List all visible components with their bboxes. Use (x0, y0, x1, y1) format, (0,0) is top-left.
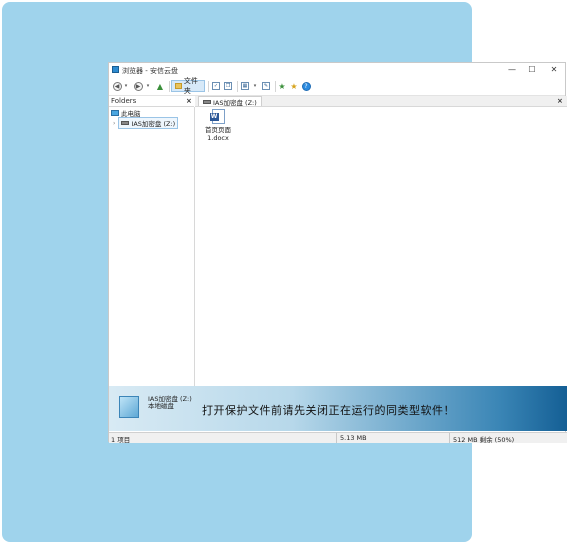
minimize-button[interactable]: — (501, 63, 523, 77)
up-folder-button[interactable]: ▲ (155, 80, 165, 92)
status-free-space: 512 MB 剩余 (50%) (453, 436, 515, 444)
view-mode-button[interactable]: ▦ (240, 80, 250, 92)
word-document-icon: W (209, 109, 225, 124)
copy-icon: ❐ (224, 82, 232, 90)
tree-item-ias-drive[interactable]: › IAS加密盘 (Z:) (113, 117, 179, 129)
close-folders-pane-button[interactable]: × (186, 97, 192, 105)
file-list: W 首页页面 1.docx (195, 107, 567, 386)
file-name-line1: 首页页面 (205, 126, 231, 134)
edit-button[interactable]: ✎ (261, 80, 271, 92)
edit-document-icon: ✎ (262, 82, 270, 90)
help-icon: ? (301, 81, 311, 91)
forward-icon: ▶ (133, 81, 143, 91)
add-star-icon: ★ (278, 81, 286, 91)
tab-strip: IAS加密盘 (Z:) × (195, 96, 567, 107)
status-bar: 1 项目 5.13 MB 512 MB 剩余 (50%) (109, 432, 567, 444)
favorites-button[interactable]: ★ (289, 80, 299, 92)
close-button[interactable]: ✕ (543, 63, 565, 77)
drive-icon (203, 99, 211, 104)
maximize-button[interactable]: ☐ (521, 63, 543, 77)
status-size: 5.13 MB (340, 434, 367, 442)
star-icon: ★ (290, 81, 298, 91)
grid-view-icon: ▦ (241, 82, 249, 90)
window-title: 浏览器 - 安信云盘 (122, 67, 178, 75)
folders-toggle-label: 文件夹 (183, 77, 198, 95)
close-tab-button[interactable]: × (557, 97, 563, 105)
folders-pane-title: Folders (111, 97, 137, 105)
tree-item-label: IAS加密盘 (Z:) (131, 120, 176, 128)
forward-button[interactable]: ▶ (133, 80, 143, 92)
file-item[interactable]: W 首页页面 1.docx (203, 109, 233, 142)
folders-pane-header: Folders × (109, 96, 194, 107)
help-button[interactable]: ? (301, 80, 311, 92)
chevron-right-icon[interactable]: › (113, 120, 115, 127)
banner-message: 打开保护文件前请先关闭正在运行的同类型软件！ (202, 404, 455, 417)
tab-ias-drive[interactable]: IAS加密盘 (Z:) (198, 96, 262, 107)
up-arrow-icon: ▲ (156, 81, 164, 91)
warning-banner: IAS加密盘 (Z:) 本地磁盘 打开保护文件前请先关闭正在运行的同类型软件！ (109, 386, 567, 431)
tab-label: IAS加密盘 (Z:) (213, 98, 257, 107)
forward-history-dropdown[interactable]: ▾ (145, 80, 151, 92)
folder-icon (175, 83, 182, 89)
banner-drive-info: IAS加密盘 (Z:) 本地磁盘 (148, 396, 192, 410)
folders-toggle-button[interactable]: 文件夹 (171, 77, 205, 95)
back-icon: ◀ (112, 81, 122, 91)
add-favorite-button[interactable]: ★ (277, 80, 287, 92)
app-icon (112, 66, 119, 73)
view-mode-dropdown[interactable]: ▾ (252, 80, 258, 92)
file-browser-window: 浏览器 - 安信云盘 — ☐ ✕ ◀ ▾ ▶ ▾ ▲ 文件夹 ✓ ❐ ▦ ▾ ✎… (108, 62, 567, 444)
status-item-count: 1 项目 (111, 436, 131, 444)
computer-icon (111, 110, 119, 116)
back-history-dropdown[interactable]: ▾ (123, 80, 129, 92)
properties-button[interactable]: ✓ (211, 80, 221, 92)
tree-item-selected: IAS加密盘 (Z:) (118, 117, 179, 129)
back-button[interactable]: ◀ (112, 80, 122, 92)
file-name-line2: 1.docx (207, 134, 229, 142)
check-document-icon: ✓ (212, 82, 220, 90)
toolbar: ◀ ▾ ▶ ▾ ▲ 文件夹 ✓ ❐ ▦ ▾ ✎ ★ ★ ? (109, 77, 565, 96)
banner-drive-type: 本地磁盘 (148, 402, 174, 410)
drive-icon (121, 121, 130, 125)
secure-drive-cube-icon (119, 396, 139, 418)
title-bar: 浏览器 - 安信云盘 — ☐ ✕ (109, 63, 565, 77)
folder-tree: 此电脑 › IAS加密盘 (Z:) (109, 107, 195, 386)
copy-button[interactable]: ❐ (223, 80, 233, 92)
